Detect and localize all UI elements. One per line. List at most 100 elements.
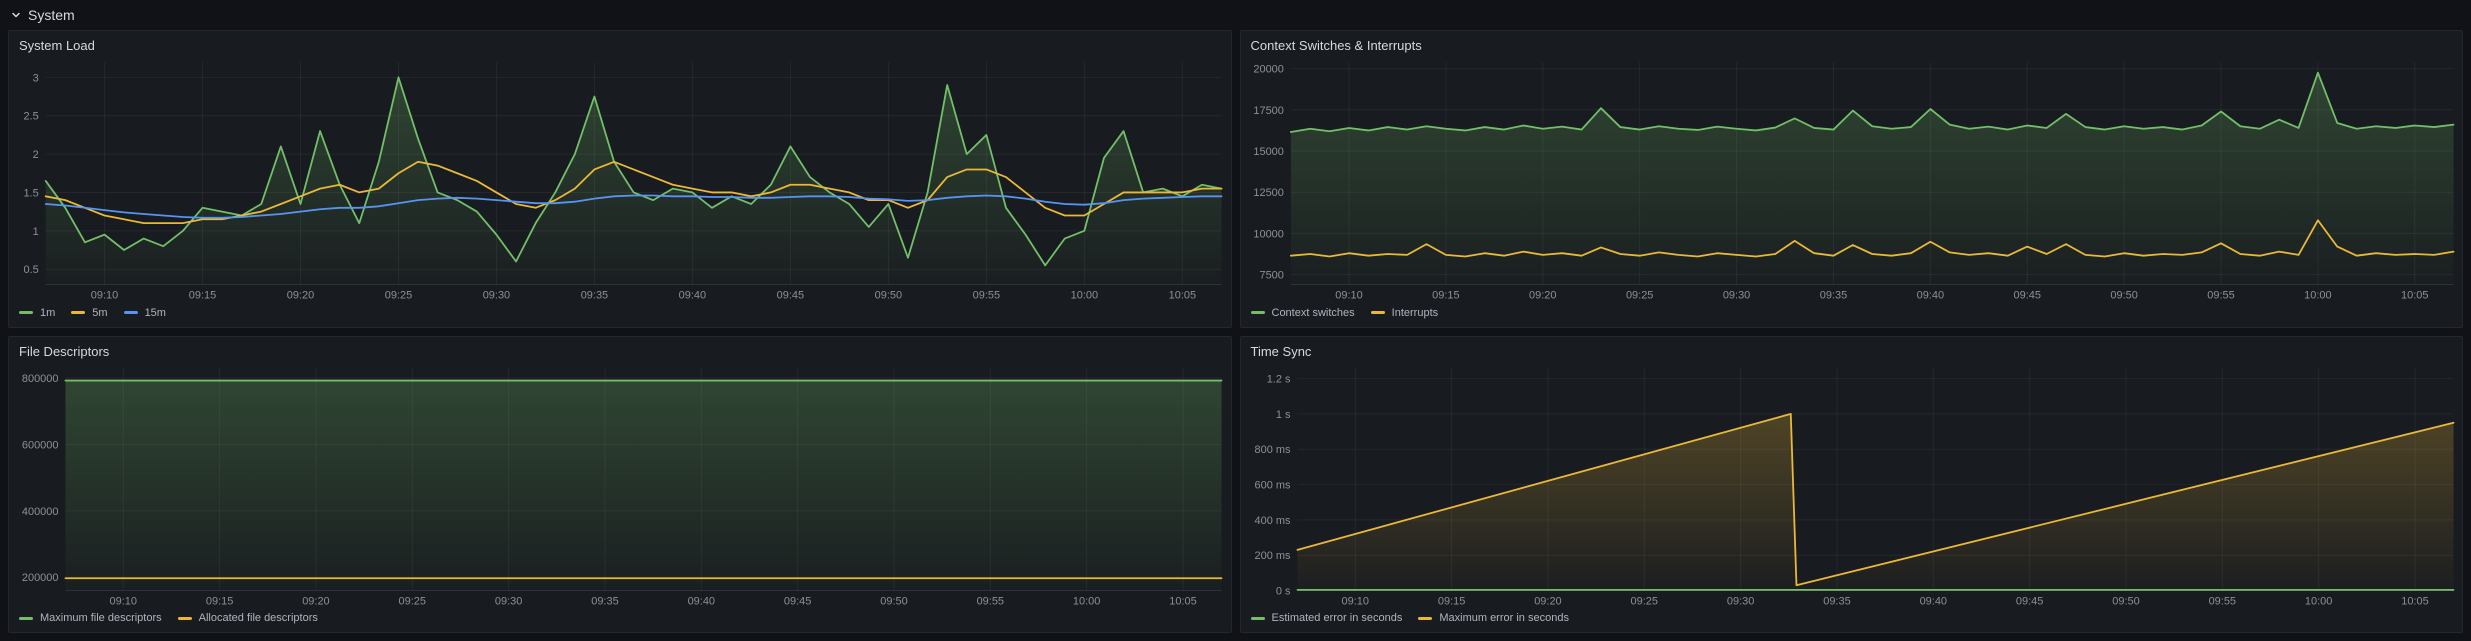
x-tick-label: 09:40 — [1916, 290, 1943, 302]
y-tick-label: 1.2 s — [1266, 373, 1290, 385]
panel-title[interactable]: Context Switches & Interrupts — [1241, 31, 2463, 56]
panel-grid: System Load 0.511.522.5309:1009:1509:200… — [8, 30, 2463, 633]
x-tick-label: 09:35 — [1823, 595, 1850, 607]
legend: 1m 5m 15m — [9, 305, 1231, 327]
x-tick-label: 09:40 — [679, 290, 706, 302]
x-tick-label: 09:25 — [399, 595, 426, 607]
series-color-swatch — [19, 617, 33, 620]
x-tick-label: 09:30 — [1722, 290, 1749, 302]
x-tick-label: 09:25 — [385, 290, 412, 302]
x-tick-label: 09:15 — [189, 290, 216, 302]
x-tick-label: 09:50 — [880, 595, 907, 607]
y-tick-label: 400000 — [22, 505, 59, 517]
y-tick-label: 1 s — [1275, 408, 1290, 420]
x-tick-label: 09:30 — [1726, 595, 1753, 607]
y-tick-label: 7500 — [1259, 270, 1283, 282]
x-tick-label: 10:00 — [2304, 595, 2331, 607]
series-color-swatch — [1371, 311, 1385, 314]
y-tick-label: 3 — [33, 72, 39, 84]
x-tick-label: 09:35 — [1819, 290, 1846, 302]
series-color-swatch — [71, 311, 85, 314]
legend-item-15m[interactable]: 15m — [124, 307, 166, 319]
series-color-swatch — [19, 311, 33, 314]
x-tick-label: 09:45 — [2015, 595, 2042, 607]
legend-label: 1m — [40, 307, 55, 319]
series-area-1m — [46, 77, 1222, 284]
time-series-chart[interactable]: 0.511.522.5309:1009:1509:2009:2509:3009:… — [9, 56, 1231, 305]
x-tick-label: 10:05 — [2401, 595, 2428, 607]
legend: Maximum file descriptors Allocated file d… — [9, 610, 1231, 632]
legend-item-allocated-file-descriptors[interactable]: Allocated file descriptors — [178, 612, 318, 624]
legend-item-context-switches[interactable]: Context switches — [1251, 307, 1355, 319]
y-tick-label: 600000 — [22, 439, 59, 451]
panel-file-descriptors: File Descriptors 200000 400000 600000 80000… — [8, 336, 1232, 634]
x-tick-label: 09:45 — [2013, 290, 2040, 302]
x-tick-label: 09:55 — [2207, 290, 2234, 302]
legend-item-maximum-file-descriptors[interactable]: Maximum file descriptors — [19, 612, 162, 624]
legend-label: Allocated file descriptors — [199, 612, 318, 624]
series-color-swatch — [178, 617, 192, 620]
series-color-swatch — [1418, 617, 1432, 620]
legend-item-interrupts[interactable]: Interrupts — [1371, 307, 1438, 319]
grafana-dashboard: System System Load 0.511.522.5309:1009:1… — [0, 0, 2471, 641]
panel-system-load: System Load 0.511.522.5309:1009:1509:200… — [8, 30, 1232, 328]
x-tick-label: 09:45 — [777, 290, 804, 302]
legend-item-5m[interactable]: 5m — [71, 307, 107, 319]
legend-item-maximum-error-in-seconds[interactable]: Maximum error in seconds — [1418, 612, 1569, 624]
chevron-down-icon — [10, 9, 22, 21]
series-area-context-switches — [1290, 73, 2453, 285]
x-tick-label: 09:15 — [206, 595, 233, 607]
x-tick-label: 09:10 — [1341, 595, 1368, 607]
x-tick-label: 09:30 — [483, 290, 510, 302]
x-tick-label: 09:35 — [591, 595, 618, 607]
legend-item-estimated-error-in-seconds[interactable]: Estimated error in seconds — [1251, 612, 1403, 624]
y-tick-label: 10000 — [1253, 228, 1284, 240]
series-color-swatch — [1251, 311, 1265, 314]
x-tick-label: 09:10 — [110, 595, 137, 607]
x-tick-label: 09:40 — [688, 595, 715, 607]
x-tick-label: 09:55 — [2208, 595, 2235, 607]
legend-label: Context switches — [1272, 307, 1355, 319]
x-tick-label: 09:50 — [875, 290, 902, 302]
x-tick-label: 09:10 — [91, 290, 118, 302]
legend: Context switches Interrupts — [1241, 305, 2463, 327]
row-header-system[interactable]: System — [8, 4, 2463, 26]
x-tick-label: 09:25 — [1630, 595, 1657, 607]
y-tick-label: 15000 — [1253, 146, 1284, 158]
x-tick-label: 09:15 — [1437, 595, 1464, 607]
x-tick-label: 09:20 — [1529, 290, 1556, 302]
series-color-swatch — [124, 311, 138, 314]
y-tick-label: 2 — [33, 149, 39, 161]
x-tick-label: 10:00 — [2304, 290, 2331, 302]
y-tick-label: 17500 — [1253, 105, 1284, 117]
x-tick-label: 10:05 — [1169, 290, 1196, 302]
x-tick-label: 09:50 — [2112, 595, 2139, 607]
legend-label: Estimated error in seconds — [1272, 612, 1403, 624]
legend: Estimated error in seconds Maximum error … — [1241, 610, 2463, 632]
panel-title[interactable]: Time Sync — [1241, 337, 2463, 362]
y-tick-label: 400 ms — [1254, 514, 1290, 526]
panel-title[interactable]: File Descriptors — [9, 337, 1231, 362]
y-tick-label: 20000 — [1253, 64, 1284, 76]
y-tick-label: 600 ms — [1254, 479, 1290, 491]
panel-title[interactable]: System Load — [9, 31, 1231, 56]
y-tick-label: 800000 — [22, 372, 59, 384]
time-series-chart[interactable]: 200000 400000 600000 800000 09:10 09:15 09:20 0… — [9, 362, 1231, 611]
y-tick-label: 0 s — [1275, 585, 1290, 597]
time-series-chart[interactable]: 0 s 200 ms 400 ms 600 ms 800 ms 1 s 1.2 s 09:10… — [1241, 362, 2463, 611]
y-tick-label: 200 ms — [1254, 550, 1290, 562]
x-tick-label: 09:45 — [784, 595, 811, 607]
time-series-chart[interactable]: 7500100001250015000175002000009:1009:150… — [1241, 56, 2463, 305]
y-tick-label: 800 ms — [1254, 444, 1290, 456]
y-tick-label: 12500 — [1253, 187, 1284, 199]
y-tick-label: 1 — [33, 226, 39, 238]
x-tick-label: 10:05 — [2401, 290, 2428, 302]
legend-item-1m[interactable]: 1m — [19, 307, 55, 319]
x-tick-label: 09:20 — [302, 595, 329, 607]
legend-label: Maximum file descriptors — [40, 612, 162, 624]
panel-context-switches-interrupts: Context Switches & Interrupts 7500 10000 1… — [1240, 30, 2464, 328]
row-title: System — [28, 7, 75, 23]
y-tick-label: 1.5 — [23, 187, 38, 199]
y-tick-label: 200000 — [22, 572, 59, 584]
panel-time-sync: Time Sync 0 s 200 ms 400 ms 600 ms 800 ms 1 s… — [1240, 336, 2464, 634]
